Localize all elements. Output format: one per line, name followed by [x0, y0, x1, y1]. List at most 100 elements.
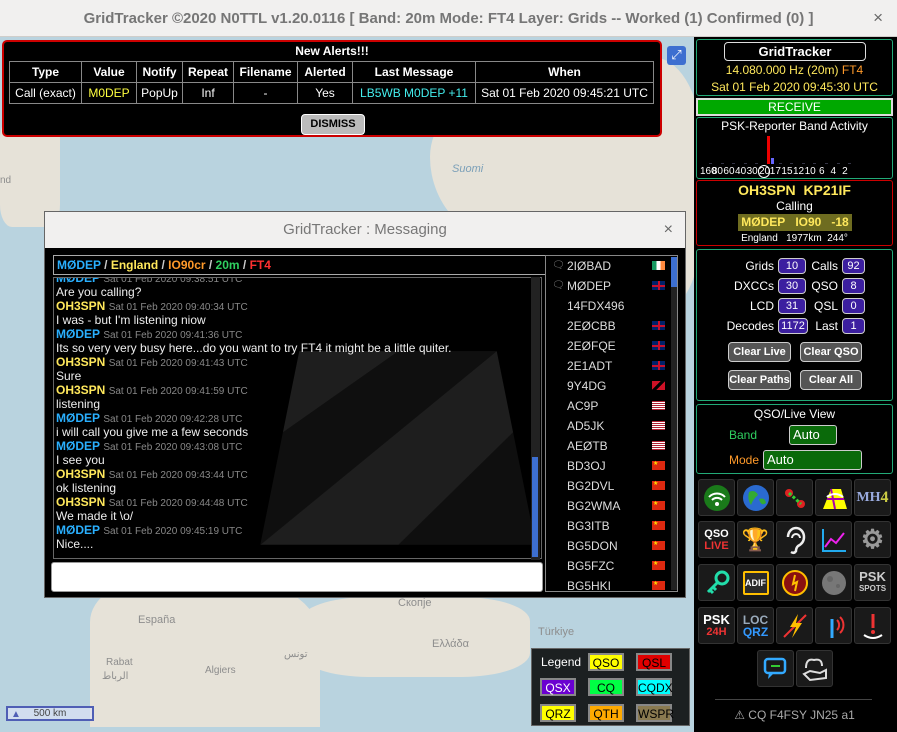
band-label[interactable]: 4 [828, 166, 840, 177]
ear-icon[interactable] [776, 521, 813, 558]
donate-icon[interactable] [796, 650, 833, 687]
clear-all-button[interactable]: Clear All [800, 370, 862, 390]
callsign-item[interactable]: 2E1ADT [546, 356, 677, 376]
expand-map-icon[interactable]: ⤢ [667, 46, 686, 65]
callsign-item[interactable]: 2EØFQE [546, 336, 677, 356]
chat-author: MØDEP [56, 411, 101, 425]
band-label[interactable]: 2 [839, 166, 851, 177]
adif-icon[interactable]: ADIF [737, 564, 774, 601]
callsign-item[interactable]: 2EØCBB [546, 316, 677, 336]
messaging-close-icon[interactable]: × [664, 212, 673, 248]
timer-icon[interactable] [776, 564, 813, 601]
chat-scroll-thumb[interactable] [532, 457, 538, 557]
lightning-icon[interactable] [776, 607, 813, 644]
window-close-icon[interactable]: × [873, 8, 883, 28]
band-label[interactable]: 60 [723, 166, 735, 177]
band-label[interactable]: 160 [700, 166, 717, 177]
psk-spots-icon[interactable]: PSK SPOTS [854, 564, 891, 601]
callsign-item[interactable]: 14FDX496 [546, 296, 677, 316]
alerts-row: Call (exact) M0DEP PopUp Inf - Yes LB5WB… [9, 82, 654, 104]
callsign-item[interactable]: BD3OJ ★ [546, 456, 677, 476]
callsign-item[interactable]: BG5DON ★ [546, 536, 677, 556]
chat-timestamp: Sat 01 Feb 2020 09:43:08 UTC [103, 442, 243, 453]
clear-paths-button[interactable]: Clear Paths [728, 370, 791, 390]
dx-call: OH3SPN [738, 182, 796, 198]
receive-status: RECEIVE [696, 98, 893, 116]
band-label[interactable]: 12 [793, 166, 805, 177]
chat-icon[interactable] [757, 650, 794, 687]
chat-history[interactable]: MØDEP Sat 01 Feb 2020 09:38:51 UTC Are yo… [53, 277, 541, 560]
callsign-item[interactable]: BG3ITB ★ [546, 516, 677, 536]
flag-ie-icon [652, 261, 665, 270]
alert-repeat: Inf [182, 82, 234, 104]
callsign-item[interactable]: AC9P [546, 396, 677, 416]
footer-divider [715, 699, 872, 700]
callsign-item[interactable]: BG2WMA ★ [546, 496, 677, 516]
band-label[interactable]: 15 [781, 166, 793, 177]
map-label-turkiye: Türkiye [538, 626, 575, 638]
callsign-item[interactable]: 9Y4DG [546, 376, 677, 396]
callsign-item[interactable]: BG2DVL ★ [546, 476, 677, 496]
grid-overlay-icon[interactable] [815, 479, 852, 516]
chat-text: Sure [56, 369, 82, 383]
band-activity-bar [836, 162, 840, 164]
path-tool-icon[interactable] [776, 479, 813, 516]
callsign: BG5FZC [567, 559, 615, 573]
chart-icon[interactable] [815, 521, 852, 558]
callsign-item[interactable]: BG5FZC ★ [546, 556, 677, 576]
loc-qrz-icon[interactable]: LOC QRZ [737, 607, 774, 644]
band-label[interactable]: 30 [746, 166, 758, 177]
trophy-icon[interactable]: 🏆 [737, 521, 774, 558]
map-label-rabat: Rabat [106, 657, 133, 668]
callsign-item[interactable]: AD5JK [546, 416, 677, 436]
chat-line: We made it \o/ [56, 509, 536, 523]
clear-live-button[interactable]: Clear Live [728, 342, 791, 362]
callsign: BD3OJ [567, 459, 606, 473]
key-icon[interactable] [698, 564, 735, 601]
globe-icon[interactable] [737, 479, 774, 516]
mode-select[interactable]: Auto [763, 450, 862, 470]
de-line: MØDEP IO90 -18 [738, 214, 852, 231]
clear-qso-button[interactable]: Clear QSO [800, 342, 862, 362]
band-label[interactable]: 20 [757, 165, 770, 178]
callsign-item[interactable]: AEØTB [546, 436, 677, 456]
band-label[interactable]: 17 [770, 166, 782, 177]
callsign-scrollbar[interactable] [671, 257, 677, 590]
gear-icon[interactable]: ⚙ [854, 521, 891, 558]
chat-timestamp: Sat 01 Feb 2020 09:44:48 UTC [108, 498, 248, 509]
dismiss-button[interactable]: DISMISS [301, 114, 365, 135]
psk-24h-icon[interactable]: PSK 24H [698, 607, 735, 644]
wifi-icon[interactable] [698, 479, 735, 516]
mh-layer-icon[interactable]: MH 4 [854, 479, 891, 516]
mode-readout: FT4 [841, 63, 864, 77]
app-name-button[interactable]: GridTracker [724, 42, 866, 61]
alerts-table: Type Value Notify Repeat Filename Alerte… [9, 61, 654, 104]
message-input[interactable] [51, 562, 543, 592]
callsign-list[interactable]: 🗨 2IØBAD 🗨 MØDEP 14FDX496 2EØCBB 2EØFQE 2E1ADT 9… [545, 255, 678, 592]
band-label[interactable]: 80 [712, 166, 724, 177]
chat-author: OH3SPN [56, 383, 106, 397]
alert-hand-icon[interactable] [854, 607, 891, 644]
qso-live-icon[interactable]: QSO LIVE [698, 521, 735, 558]
band-select[interactable]: Auto [789, 425, 837, 445]
band-label[interactable]: 40 [735, 166, 747, 177]
flag-cn-icon: ★ [652, 561, 665, 570]
callsign-item[interactable]: BG5HKI ★ [546, 576, 677, 591]
chat-scrollbar[interactable] [531, 277, 540, 560]
moon-icon[interactable] [815, 564, 852, 601]
callsign-item[interactable]: 🗨 2IØBAD [546, 256, 677, 276]
map-label-ellada: Ελλάδα [432, 638, 470, 650]
de-country: England [741, 233, 778, 244]
callsign-scroll-thumb[interactable] [671, 257, 677, 287]
psk-title: PSK-Reporter Band Activity [721, 119, 868, 133]
qso-count: 8 [842, 278, 865, 294]
band-label[interactable]: 10 [804, 166, 816, 177]
band-label[interactable]: 6 [816, 166, 828, 177]
callsign-item[interactable]: 🗨 MØDEP [546, 276, 677, 296]
callsign: 9Y4DG [567, 379, 607, 393]
band-activity-bar [813, 162, 817, 164]
antenna-icon[interactable] [815, 607, 852, 644]
band-activity-bar [732, 162, 736, 164]
flag-us-icon [652, 401, 665, 410]
alerts-header-row: Type Value Notify Repeat Filename Alerte… [9, 61, 654, 83]
